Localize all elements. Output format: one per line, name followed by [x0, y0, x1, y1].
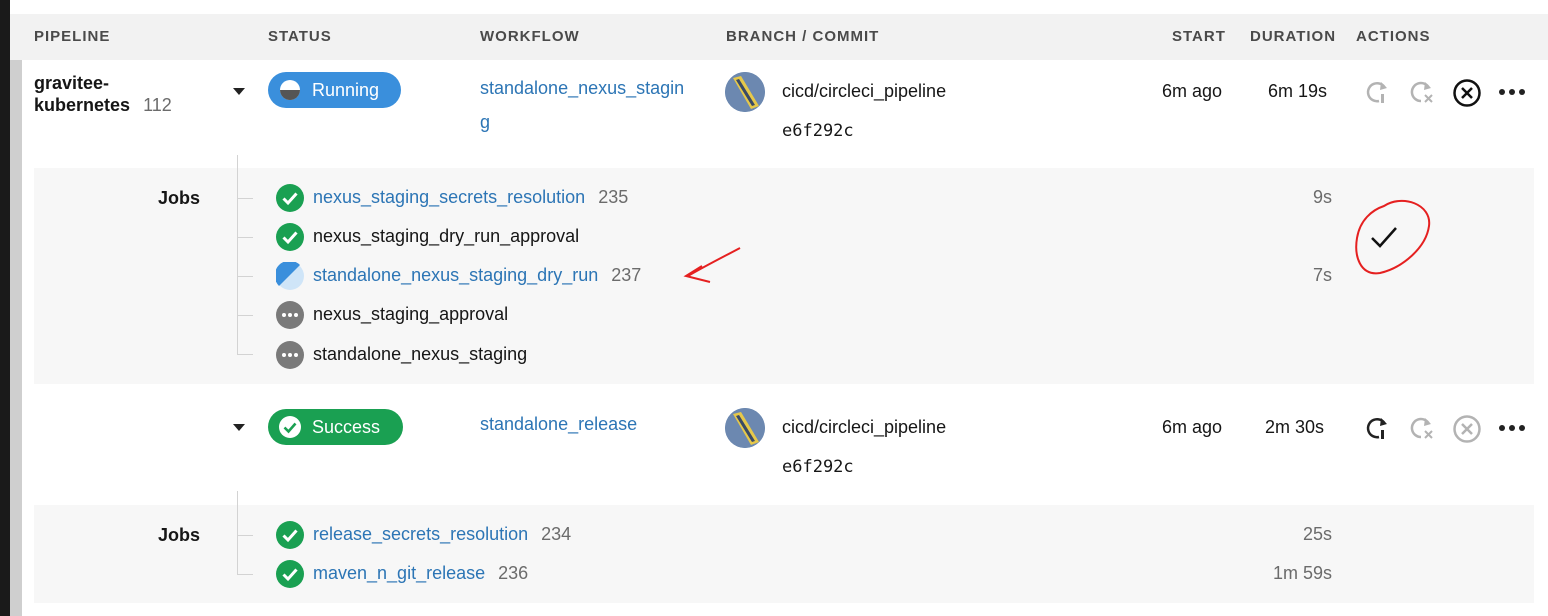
job-number: 234 [541, 524, 572, 544]
success-status-icon [279, 416, 301, 438]
job-link[interactable]: standalone_nexus_staging_dry_run [313, 265, 598, 285]
column-header-start: START [1172, 28, 1226, 45]
annotation-arrow-icon [683, 247, 741, 283]
job-name[interactable]: nexus_staging_dry_run_approval [313, 226, 579, 247]
job-duration: 1m 59s [1272, 563, 1332, 583]
expand-chevron-icon[interactable] [229, 418, 249, 438]
job-link[interactable]: nexus_staging_secrets_resolution [313, 187, 585, 207]
job-name[interactable]: nexus_staging_approval [313, 304, 508, 325]
job-duration: 25s [1302, 524, 1332, 544]
pipeline-name-line1[interactable]: gravitee- [34, 73, 109, 94]
cancel-workflow-icon[interactable] [1452, 414, 1482, 444]
jobs-label: Jobs [158, 188, 201, 208]
job-tree-branch [237, 315, 253, 316]
column-header-duration: DURATION [1250, 28, 1337, 45]
status-badge-running[interactable]: Running [268, 72, 401, 108]
pipeline-name-line2[interactable]: kubernetes [34, 95, 130, 115]
workflow-duration: 2m 30s [1265, 417, 1325, 437]
rerun-icon[interactable] [1364, 78, 1392, 106]
pipeline-group-indicator [10, 60, 22, 616]
status-badge-success[interactable]: Success [268, 409, 403, 445]
job-running-icon [274, 260, 304, 295]
job-number: 237 [611, 265, 642, 285]
commit-hash[interactable]: e6f292c [782, 457, 854, 477]
workflow-link-line2[interactable]: g [480, 112, 490, 133]
cancel-workflow-icon[interactable] [1452, 78, 1482, 108]
column-header-actions: ACTIONS [1356, 28, 1431, 45]
rerun-failed-icon[interactable] [1408, 78, 1436, 106]
expand-chevron-icon[interactable] [229, 82, 249, 102]
job-duration: 7s [1312, 265, 1332, 285]
workflow-link[interactable]: standalone_release [480, 414, 637, 435]
rerun-failed-icon[interactable] [1408, 414, 1436, 442]
job-tree-line [237, 491, 238, 574]
more-options-icon[interactable] [1498, 416, 1526, 440]
job-name[interactable]: standalone_nexus_staging [313, 344, 527, 365]
jobs-label: Jobs [158, 525, 201, 545]
column-header-workflow: WORKFLOW [480, 28, 580, 45]
job-tree-branch [237, 535, 253, 536]
job-success-icon [276, 223, 304, 256]
workflow-duration: 6m 19s [1268, 81, 1328, 101]
job-link[interactable]: release_secrets_resolution [313, 524, 528, 544]
running-status-icon [280, 80, 300, 100]
commit-hash[interactable]: e6f292c [782, 121, 854, 141]
more-options-icon[interactable] [1498, 80, 1526, 104]
workflow-start: 6m ago [1162, 417, 1223, 437]
workflow-start: 6m ago [1162, 81, 1223, 101]
committer-avatar [725, 72, 765, 112]
branch-name[interactable]: cicd/circleci_pipeline [782, 81, 946, 102]
job-number: 235 [598, 187, 629, 207]
annotation-circled-check-icon [1355, 199, 1431, 275]
rerun-icon[interactable] [1364, 414, 1392, 442]
job-link[interactable]: maven_n_git_release [313, 563, 485, 583]
job-tree-branch [237, 198, 253, 199]
job-tree-line [237, 155, 238, 354]
job-success-icon [276, 560, 304, 593]
job-tree-branch [237, 276, 253, 277]
status-label: Running [312, 79, 380, 100]
job-duration: 9s [1312, 187, 1332, 207]
status-label: Success [312, 416, 381, 437]
job-blocked-icon [276, 301, 304, 334]
column-header-branch-commit: BRANCH / COMMIT [726, 28, 880, 45]
job-tree-branch [237, 574, 253, 575]
column-header-pipeline: PIPELINE [34, 28, 111, 45]
pipeline-number: 112 [143, 95, 172, 115]
committer-avatar [725, 408, 765, 448]
job-tree-branch [237, 237, 253, 238]
job-blocked-icon [276, 341, 304, 374]
job-tree-branch [237, 354, 253, 355]
column-header-status: STATUS [268, 28, 332, 45]
jobs-panel [34, 505, 1534, 603]
job-success-icon [276, 521, 304, 554]
job-number: 236 [498, 563, 529, 583]
job-success-icon [276, 184, 304, 217]
workflow-link-line1[interactable]: standalone_nexus_stagin [480, 78, 684, 99]
window-edge [0, 0, 10, 616]
branch-name[interactable]: cicd/circleci_pipeline [782, 417, 946, 438]
